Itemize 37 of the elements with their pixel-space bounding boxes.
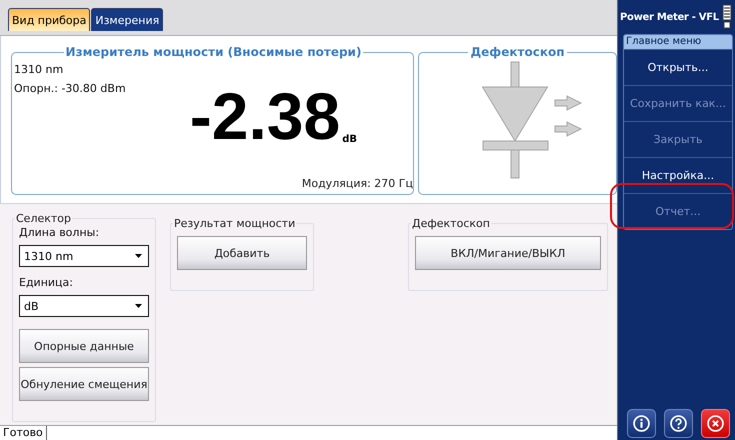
group-title: Селектор (15, 212, 72, 225)
dropdown[interactable]: 1310 nm (19, 245, 149, 267)
tab[interactable]: Вид прибора (8, 8, 90, 31)
menu-item: Отчет... (624, 193, 732, 229)
field-label: Единица: (19, 276, 74, 289)
tab[interactable]: Измерения (91, 8, 164, 31)
menu-item: Закрыть (624, 121, 732, 157)
wavelength-text: 1310 nm (14, 63, 64, 76)
panel-title: Дефектоскоп (469, 45, 566, 59)
power-reading: -2.38 (190, 85, 340, 147)
modulation-text: Модуляция: 270 Гц (302, 177, 413, 190)
caret-icon (135, 304, 142, 308)
close-icon (707, 415, 724, 432)
app-title: Power Meter - VFL (620, 12, 719, 22)
dropdown[interactable]: dB (19, 295, 149, 317)
menu-title: Главное меню (624, 35, 732, 49)
group-title: Результат мощности (173, 217, 296, 230)
help-button[interactable] (664, 409, 693, 438)
caret-icon (135, 254, 142, 258)
battery-icon (722, 4, 732, 30)
close-button[interactable] (701, 409, 730, 438)
menu-item[interactable]: Открыть... (624, 49, 732, 85)
info-button[interactable] (627, 409, 656, 438)
status-text: Готово (0, 426, 47, 440)
menu-item[interactable]: Настройка... (624, 157, 732, 193)
field-label: Длина волны: (19, 226, 100, 239)
help-icon (670, 415, 687, 432)
add-button[interactable]: Добавить (177, 236, 307, 270)
action-button[interactable]: Обнуление смещения (19, 367, 149, 401)
info-icon (633, 415, 650, 432)
vfl-toggle-button[interactable]: ВКЛ/Мигание/ВЫКЛ (415, 236, 601, 270)
unit-label: dB (342, 134, 357, 145)
group-title: Дефектоскоп (411, 217, 491, 230)
reference-text: Опорн.: -30.80 dBm (14, 82, 126, 95)
panel-title: Измеритель мощности (Вносимые потери) (64, 45, 362, 59)
action-button[interactable]: Опорные данные (19, 329, 149, 363)
menu-item: Сохранить как... (624, 85, 732, 121)
